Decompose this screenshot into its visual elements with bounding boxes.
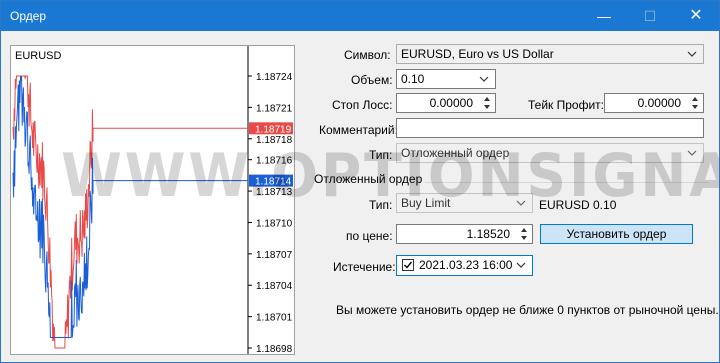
chevron-down-icon [687, 150, 697, 156]
order-type-select[interactable]: Отложенный ордер [396, 143, 704, 163]
comment-input[interactable] [396, 118, 704, 138]
title-bar[interactable]: Ордер — ☐ ✕ [1, 1, 719, 31]
take-profit-label: Тейк Профит: [528, 98, 604, 112]
volume-value: 0.10 [401, 72, 425, 86]
chevron-down-icon [687, 51, 697, 57]
close-button[interactable]: ✕ [673, 1, 719, 31]
spin-up-icon[interactable] [517, 226, 531, 234]
chevron-down-icon [479, 76, 489, 82]
pending-type-label: Тип: [369, 198, 393, 212]
pending-type-value: Buy Limit [401, 196, 451, 210]
price-tick-label: 1.18724 [256, 72, 293, 83]
order-type-value: Отложенный ордер [401, 146, 510, 160]
expiry-label: Истечение: [333, 260, 396, 274]
pending-group-title: Отложенный ордер [314, 172, 426, 186]
price-input[interactable]: 1.18520 [396, 224, 533, 244]
spin-up-icon[interactable] [688, 95, 702, 103]
price-tick-label: 1.18701 [256, 313, 293, 324]
price-tick-label: 1.18718 [256, 135, 293, 146]
symbol-value: EURUSD, Euro vs US Dollar [401, 47, 554, 61]
ask-price-tag-label: 1.18719 [255, 124, 292, 135]
volume-label: Объем: [351, 73, 393, 87]
price-tick-label: 1.18721 [256, 103, 293, 114]
bid-price-line [12, 75, 248, 339]
take-profit-input[interactable]: 0.00000 [604, 93, 704, 113]
expiry-value: 2021.03.23 16:00 [419, 258, 513, 272]
price-tick-label: 1.18704 [256, 281, 293, 292]
distance-note: Вы можете установить ордер не ближе 0 пу… [336, 303, 719, 317]
chart-symbol: EURUSD [15, 50, 62, 62]
price-tick-label: 1.18713 [256, 187, 293, 198]
expiry-checkbox[interactable] [402, 259, 414, 271]
price-tick-label: 1.18698 [256, 344, 293, 354]
maximize-button: ☐ [643, 8, 657, 24]
pending-type-select[interactable]: Buy Limit [396, 193, 533, 213]
stop-loss-label: Стоп Лосс: [332, 98, 393, 112]
pending-info: EURUSD 0.10 [539, 198, 617, 212]
window-title: Ордер [10, 9, 47, 23]
spin-down-icon[interactable] [517, 234, 531, 242]
chevron-down-icon [516, 262, 526, 268]
spin-up-icon[interactable] [480, 95, 494, 103]
price-tick-label: 1.18710 [256, 218, 293, 229]
order-window: Ордер — ☐ ✕ 1.18724 1.18721 1.18718 1.18716… [0, 0, 720, 363]
comment-label: Комментарий: [319, 123, 398, 137]
type-label: Тип: [369, 148, 393, 162]
price-spinner[interactable] [517, 226, 531, 242]
spin-down-icon[interactable] [480, 103, 494, 111]
price-value: 1.18520 [466, 227, 510, 241]
stop-loss-spinner[interactable] [480, 95, 494, 111]
price-label: по цене: [346, 229, 393, 243]
stop-loss-input[interactable]: 0.00000 [396, 93, 496, 113]
price-tick-label: 1.18707 [256, 250, 293, 261]
place-order-button[interactable]: Установить ордер [540, 224, 693, 244]
checkmark-icon [404, 261, 413, 269]
stop-loss-value: 0.00000 [429, 96, 473, 110]
expiry-datetime-picker[interactable]: 2021.03.23 16:00 [396, 255, 533, 276]
minimize-button[interactable]: — [581, 1, 627, 31]
chevron-down-icon [516, 200, 526, 206]
volume-combo[interactable]: 0.10 [396, 69, 496, 89]
take-profit-spinner[interactable] [688, 95, 702, 111]
tick-chart: 1.18724 1.18721 1.18718 1.18716 1.18713 1.187… [10, 45, 295, 355]
take-profit-value: 0.00000 [637, 96, 681, 110]
spin-down-icon[interactable] [688, 103, 702, 111]
price-tick-label: 1.18716 [256, 156, 293, 167]
symbol-select[interactable]: EURUSD, Euro vs US Dollar [396, 44, 704, 64]
tick-chart-canvas: 1.187241.187211.187181.187161.187131.187… [12, 46, 293, 354]
symbol-label: Символ: [344, 48, 391, 62]
bid-price-tag-label: 1.18714 [255, 177, 292, 188]
